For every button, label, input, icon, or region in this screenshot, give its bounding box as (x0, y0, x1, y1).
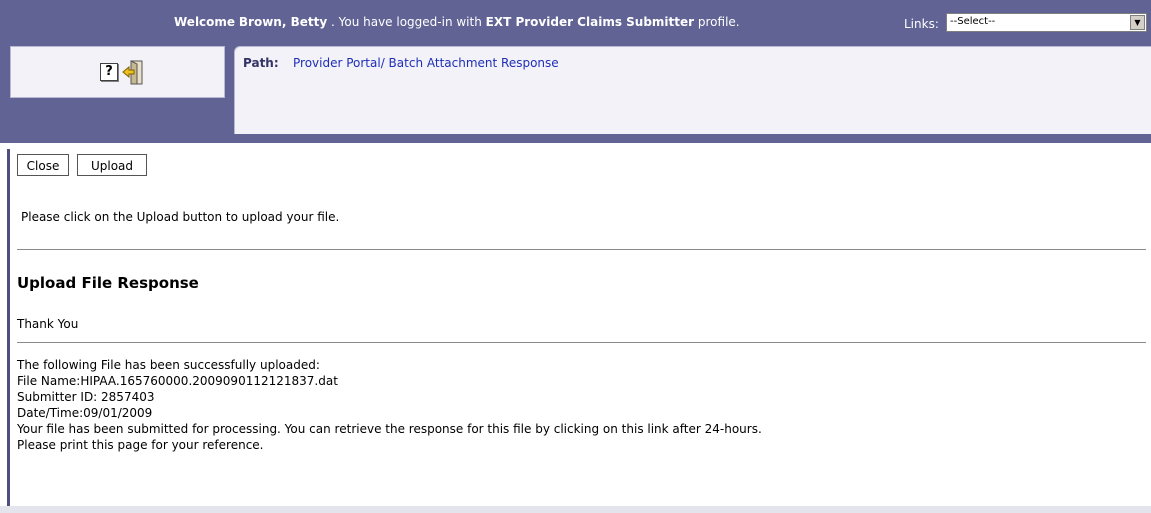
divider (17, 249, 1146, 250)
upload-instruction: Please click on the Upload button to upl… (21, 210, 340, 224)
toolbar-icon-panel: ? (10, 46, 225, 98)
close-button[interactable]: Close (17, 154, 69, 176)
breadcrumb-link[interactable]: Provider Portal/ Batch Attachment Respon… (293, 56, 559, 70)
processing-note: Your file has been submitted for process… (17, 422, 762, 436)
profile-name: EXT Provider Claims Submitter (485, 15, 695, 29)
links-label: Links: (904, 17, 939, 31)
date-time: Date/Time:09/01/2009 (17, 406, 153, 420)
welcome-middle: . You have logged-in with (330, 15, 482, 29)
links-dropdown[interactable]: --Select-- ▼ (946, 13, 1147, 32)
left-margin (0, 143, 7, 513)
content-area (7, 149, 1151, 508)
welcome-suffix: profile. (697, 15, 740, 29)
header-bar: Welcome Brown, Betty . You have logged-i… (0, 0, 1151, 143)
submitter-id: Submitter ID: 2857403 (17, 390, 155, 404)
welcome-prefix: Welcome (174, 15, 236, 29)
links-selected-value: --Select-- (950, 16, 996, 27)
welcome-message: Welcome Brown, Betty . You have logged-i… (174, 15, 740, 29)
path-label: Path: (243, 56, 279, 70)
upload-details: The following File has been successfully… (17, 357, 762, 453)
success-message: The following File has been successfully… (17, 358, 320, 372)
breadcrumb-panel: Path: Provider Portal/ Batch Attachment … (234, 46, 1151, 134)
file-name: File Name:HIPAA.165760000.20090901121218… (17, 374, 338, 388)
help-icon[interactable]: ? (100, 63, 118, 81)
upload-button[interactable]: Upload (77, 154, 147, 176)
bottom-margin (0, 506, 1151, 513)
print-note: Please print this page for your referenc… (17, 438, 264, 452)
user-name: Brown, Betty (238, 15, 328, 29)
exit-door-icon[interactable] (122, 60, 144, 85)
thank-you-text: Thank You (17, 317, 79, 331)
response-heading: Upload File Response (17, 274, 199, 292)
divider (17, 342, 1146, 343)
dropdown-arrow-icon[interactable]: ▼ (1130, 15, 1145, 30)
